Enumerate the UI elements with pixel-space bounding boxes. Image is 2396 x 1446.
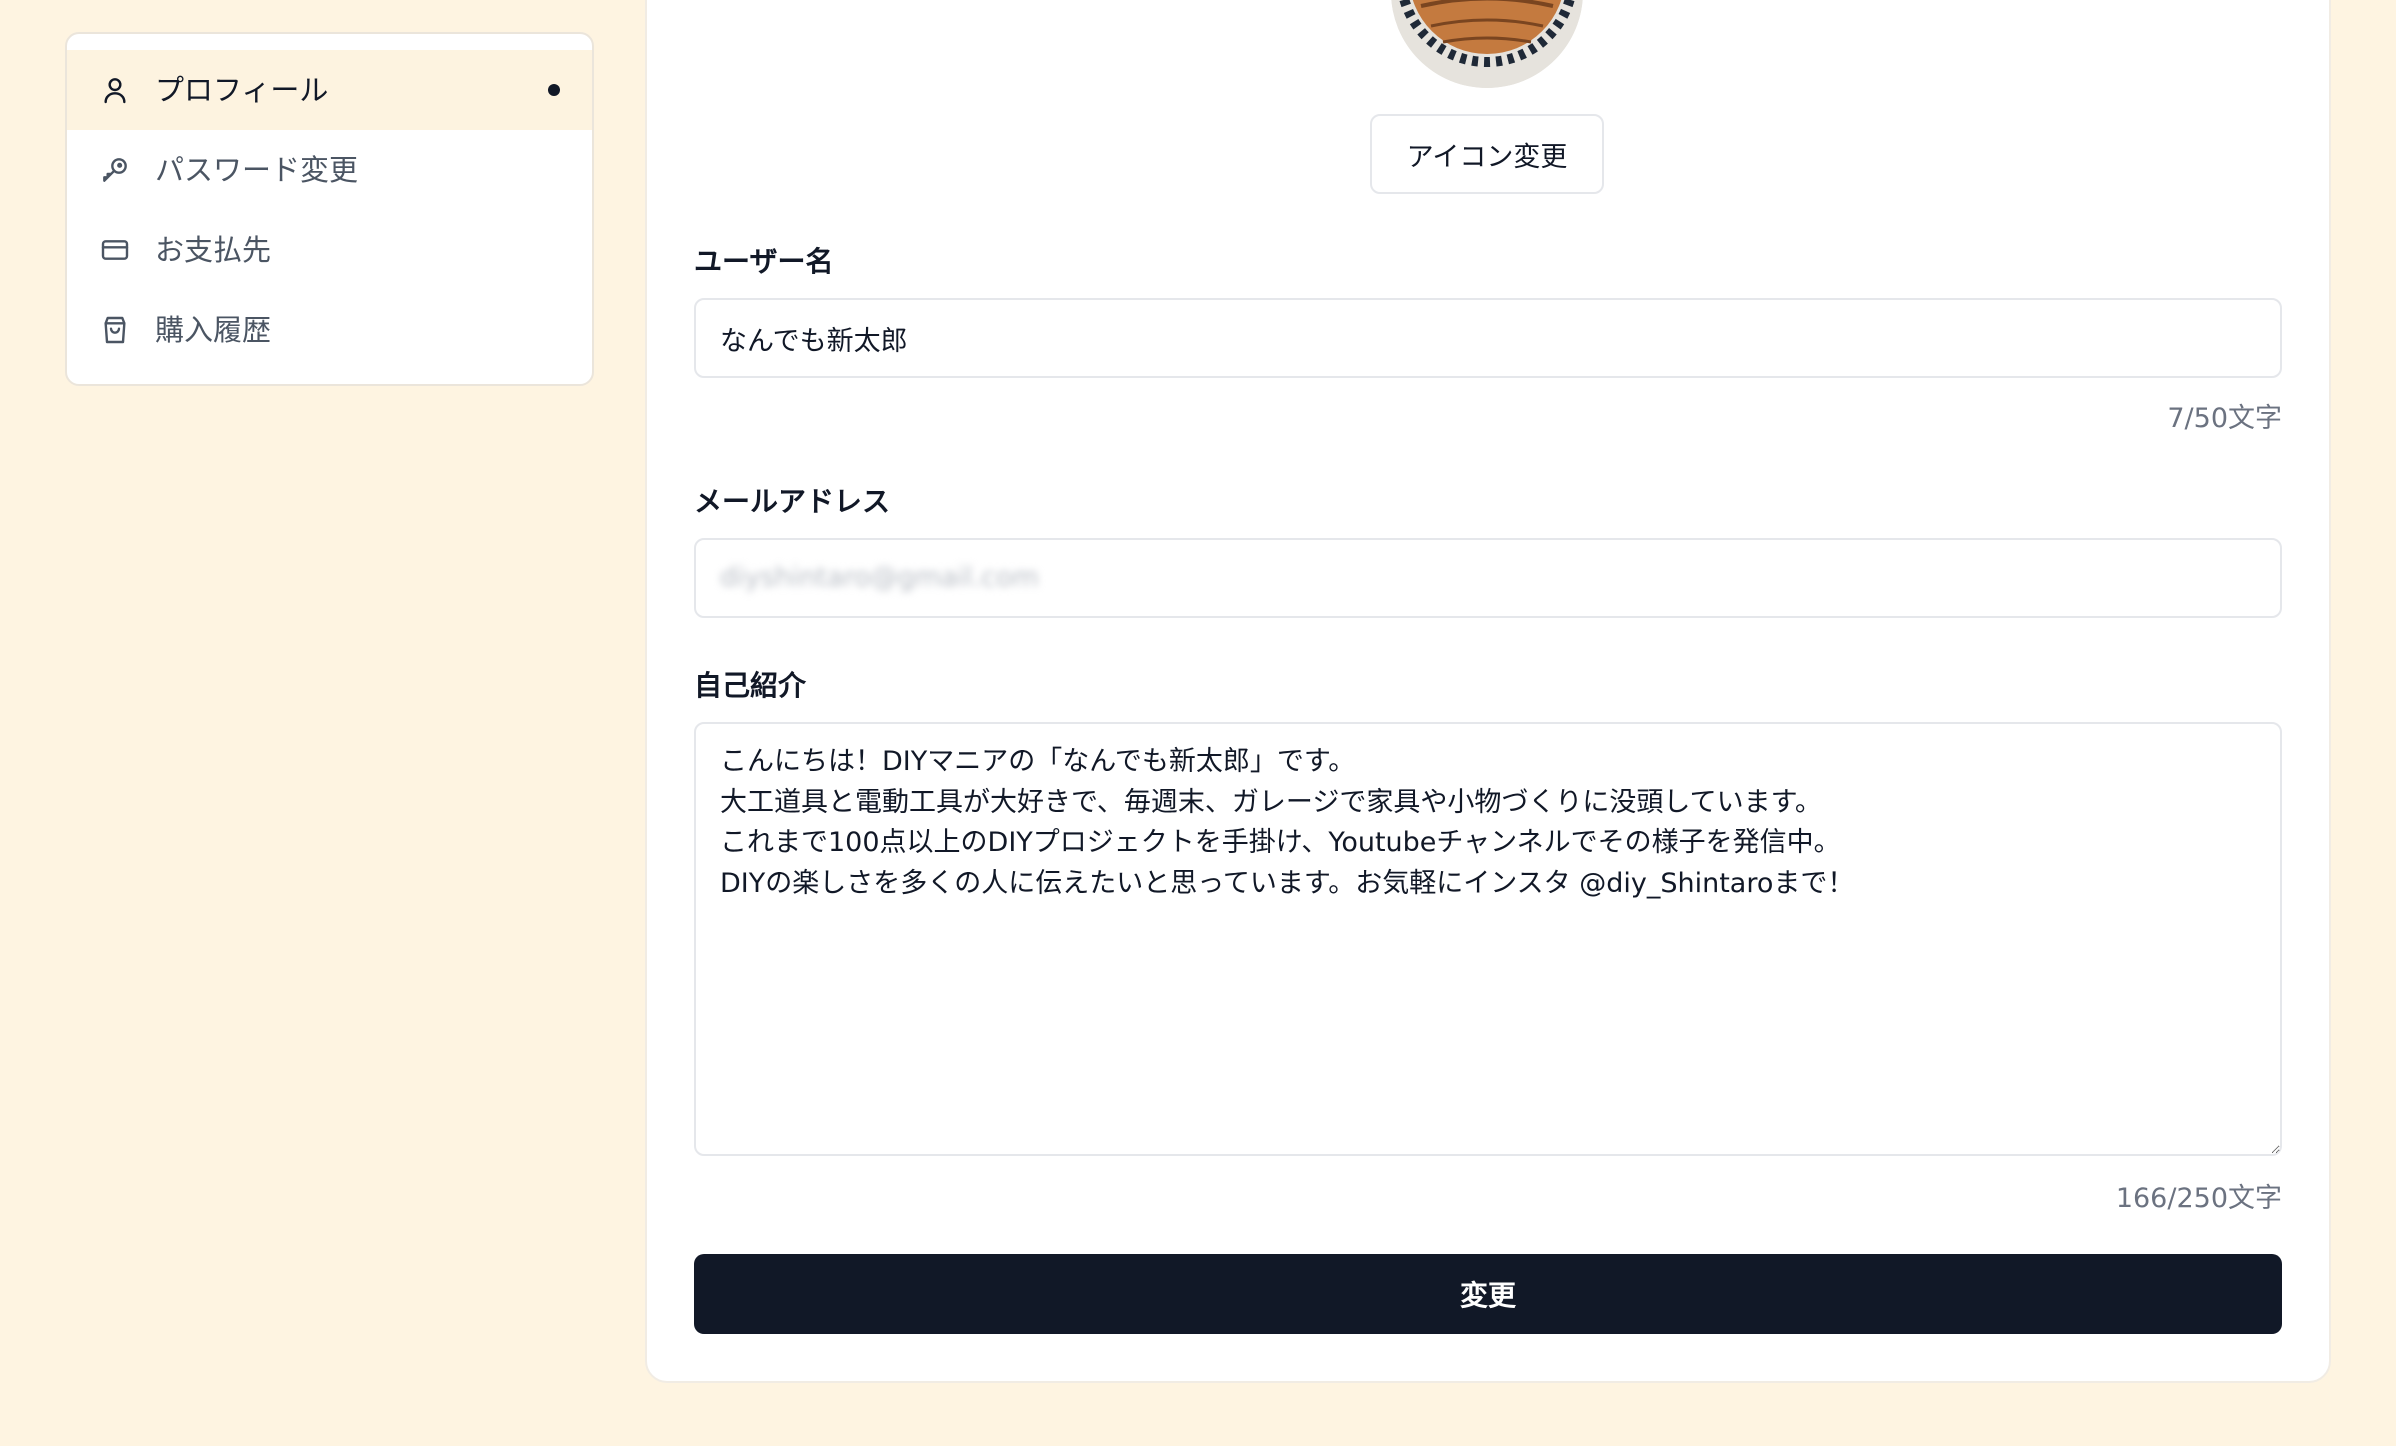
sidebar-item-label: パスワード変更 [155, 153, 359, 187]
shopping-bag-icon [99, 314, 131, 346]
email-field[interactable]: diyshintaro@gmail.com [694, 538, 2282, 618]
active-indicator-dot [548, 84, 560, 96]
bio-textarea[interactable]: こんにちは！DIYマニアの「なんでも新太郎」です。 大工道具と電動工具が大好きで… [694, 722, 2282, 1156]
credit-card-icon [99, 234, 131, 266]
bio-label: 自己紹介 [694, 669, 807, 702]
email-label: メールアドレス [694, 485, 891, 518]
user-icon [99, 74, 131, 106]
profile-card [645, 0, 2331, 1383]
email-value: diyshintaro@gmail.com [720, 562, 1039, 593]
sidebar-item-password[interactable]: パスワード変更 [67, 130, 592, 210]
sidebar-item-purchase-history[interactable]: 購入履歴 [67, 290, 592, 370]
sidebar-item-label: プロフィール [155, 73, 329, 107]
sidebar-item-label: 購入履歴 [155, 313, 272, 347]
settings-sidebar: プロフィール パスワード変更 お支払先 購入履歴 [65, 32, 594, 386]
sidebar-item-payment[interactable]: お支払先 [67, 210, 592, 290]
sidebar-item-profile[interactable]: プロフィール [67, 50, 592, 130]
username-char-counter: 7/50文字 [2167, 403, 2282, 434]
username-label: ユーザー名 [694, 245, 834, 278]
sidebar-item-label: お支払先 [155, 233, 272, 267]
username-input[interactable] [694, 298, 2282, 378]
change-icon-button[interactable]: アイコン変更 [1370, 114, 1604, 194]
submit-change-button[interactable]: 変更 [694, 1254, 2282, 1334]
key-icon [99, 154, 131, 186]
bio-char-counter: 166/250文字 [2115, 1183, 2282, 1214]
